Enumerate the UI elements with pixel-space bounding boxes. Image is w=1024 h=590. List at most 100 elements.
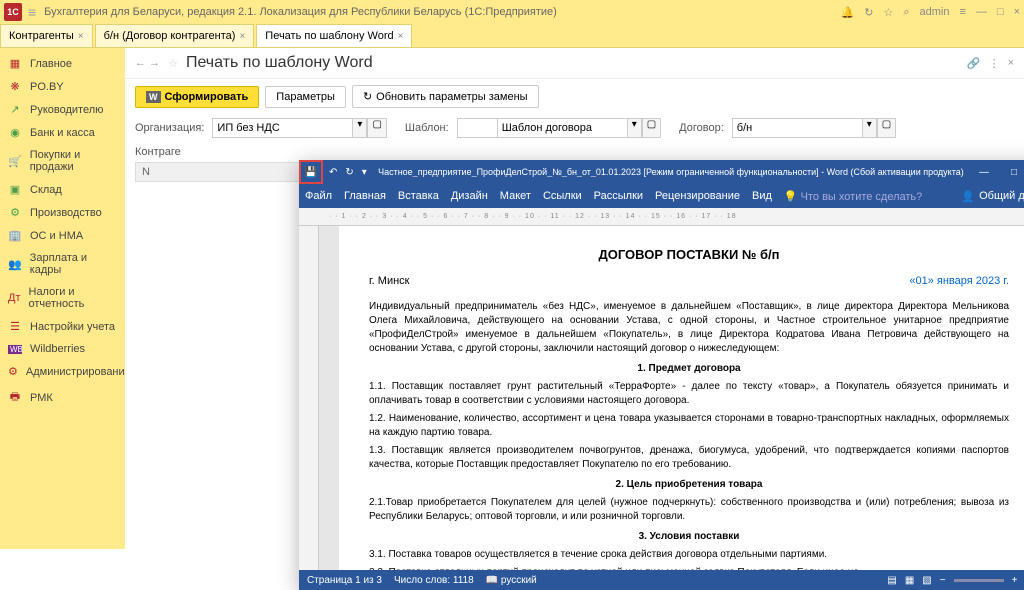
favorite-icon[interactable]: ☆: [168, 57, 178, 70]
tab-contract[interactable]: б/н (Договор контрагента)×: [95, 24, 255, 47]
open-icon[interactable]: ▢: [642, 118, 661, 138]
app-titlebar: 1C ≡ Бухгалтерия для Беларуси, редакция …: [0, 0, 1024, 24]
sidebar-item-warehouse[interactable]: ▣Склад: [0, 178, 125, 201]
chart-icon: ↗: [8, 103, 22, 116]
form-row-1: Организация: ▾ ▢ Шаблон: ▾ ▢ Договор: ▾ …: [125, 114, 1024, 142]
sidebar-item-poby[interactable]: ❋PO.BY: [0, 75, 125, 98]
minimize-icon[interactable]: —: [969, 167, 999, 178]
template-label: Шаблон:: [405, 122, 449, 134]
toolbar: WСформировать Параметры ↻Обновить параме…: [125, 79, 1024, 114]
refresh-button[interactable]: ↻Обновить параметры замены: [352, 85, 539, 108]
ribbon-references[interactable]: Ссылки: [543, 186, 582, 206]
refresh-icon: ↻: [363, 90, 372, 103]
ribbon-file[interactable]: Файл: [305, 186, 332, 206]
view-web-icon[interactable]: ▧: [922, 575, 931, 586]
sidebar-item-wildberries[interactable]: WBWildberries: [0, 338, 125, 360]
undo-icon[interactable]: ↶: [329, 167, 337, 178]
doc-s1-title: 1. Предмет договора: [369, 362, 1009, 376]
tell-me[interactable]: 💡 Что вы хотите сделать?: [784, 190, 922, 203]
search-icon[interactable]: ⌕: [903, 6, 909, 19]
settings-icon[interactable]: ≡: [959, 6, 965, 18]
tabs-bar: Контрагенты× б/н (Договор контрагента)× …: [0, 24, 1024, 48]
sidebar-item-assets[interactable]: 🏢ОС и НМА: [0, 224, 125, 247]
nav-back[interactable]: ← →: [135, 57, 160, 69]
view-print-icon[interactable]: ▦: [905, 575, 914, 586]
link-icon[interactable]: 🔗: [967, 57, 981, 70]
wb-icon: WB: [8, 345, 22, 354]
ribbon-mailings[interactable]: Рассылки: [594, 186, 643, 206]
sidebar-item-production[interactable]: ⚙Производство: [0, 201, 125, 224]
page-title: Печать по шаблону Word: [186, 54, 373, 72]
poby-icon: ❋: [8, 80, 22, 93]
qat-more-icon[interactable]: ▾: [362, 167, 367, 178]
sidebar-item-main[interactable]: ▦Главное: [0, 52, 125, 75]
ribbon-layout[interactable]: Макет: [500, 186, 531, 206]
people-icon: 👥: [8, 258, 22, 271]
org-input[interactable]: [212, 118, 352, 138]
close-icon[interactable]: ×: [1014, 6, 1020, 18]
close-icon[interactable]: ×: [398, 31, 404, 42]
sidebar-item-admin[interactable]: ⚙Администрирование: [0, 360, 125, 383]
app-logo: 1C: [4, 3, 22, 21]
maximize-icon[interactable]: □: [997, 6, 1004, 18]
dropdown-icon[interactable]: ▾: [862, 118, 877, 138]
star-icon[interactable]: ☆: [883, 6, 893, 19]
word-hruler: · · 1 · · 2 · · 3 · · 4 · · 5 · · 6 · · …: [299, 208, 1024, 226]
sidebar-item-bank[interactable]: ◉Банк и касса: [0, 121, 125, 144]
content-header: ← → ☆ Печать по шаблону Word 🔗 ⋮ ×: [125, 48, 1024, 79]
save-button[interactable]: 💾: [299, 160, 323, 184]
sidebar-item-manager[interactable]: ↗Руководителю: [0, 98, 125, 121]
close-page-icon[interactable]: ×: [1008, 57, 1014, 70]
zoom-in-icon[interactable]: +: [1012, 575, 1018, 586]
dropdown-icon[interactable]: ▾: [627, 118, 642, 138]
doc-s1-2: 1.2. Наименование, количество, ассортиме…: [369, 412, 1009, 440]
template-input[interactable]: [457, 118, 497, 138]
status-lang[interactable]: 📖 русский: [486, 575, 537, 586]
doc-heading: ДОГОВОР ПОСТАВКИ № б/п: [369, 246, 1009, 264]
cart-icon: 🛒: [8, 155, 22, 168]
minimize-icon[interactable]: —: [976, 6, 987, 18]
menu-icon[interactable]: ≡: [28, 4, 36, 20]
template-value-input[interactable]: [497, 118, 627, 138]
sidebar-item-hr[interactable]: 👥Зарплата и кадры: [0, 247, 125, 281]
sidebar-item-tax[interactable]: ДтНалоги и отчетность: [0, 281, 125, 315]
history-icon[interactable]: ↻: [864, 6, 873, 19]
status-words[interactable]: Число слов: 1118: [394, 575, 474, 586]
form-button[interactable]: WСформировать: [135, 86, 259, 108]
sidebar-item-rmk[interactable]: 🖶РМК: [0, 383, 125, 412]
contract-input[interactable]: [732, 118, 862, 138]
ribbon-insert[interactable]: Вставка: [398, 186, 439, 206]
doc-city: г. Минск: [369, 274, 409, 289]
share-button[interactable]: 👤 Общий доступ: [961, 190, 1024, 203]
rmk-icon: 🖶: [8, 388, 22, 407]
word-ribbon: Файл Главная Вставка Дизайн Макет Ссылки…: [299, 184, 1024, 208]
word-document-page[interactable]: ДОГОВОР ПОСТАВКИ № б/п г. Минск «01» янв…: [339, 226, 1024, 570]
zoom-out-icon[interactable]: −: [940, 575, 946, 586]
open-icon[interactable]: ▢: [877, 118, 896, 138]
content-area: ← → ☆ Печать по шаблону Word 🔗 ⋮ × WСфор…: [125, 48, 1024, 549]
doc-s2-title: 2. Цель приобретения товара: [369, 478, 1009, 492]
sidebar-item-sales[interactable]: 🛒Покупки и продажи: [0, 144, 125, 178]
close-icon[interactable]: ×: [239, 31, 245, 42]
redo-icon[interactable]: ↻: [345, 167, 353, 178]
help-icon[interactable]: ⋮: [989, 57, 1000, 70]
app-title: Бухгалтерия для Беларуси, редакция 2.1. …: [44, 6, 840, 18]
bell-icon[interactable]: 🔔: [841, 6, 855, 19]
close-icon[interactable]: ×: [78, 31, 84, 42]
maximize-icon[interactable]: □: [999, 167, 1024, 178]
ribbon-home[interactable]: Главная: [344, 186, 386, 206]
open-icon[interactable]: ▢: [367, 118, 386, 138]
doc-s3-title: 3. Условия поставки: [369, 530, 1009, 544]
view-read-icon[interactable]: ▤: [887, 575, 896, 586]
params-button[interactable]: Параметры: [265, 86, 346, 108]
zoom-slider[interactable]: [954, 579, 1004, 582]
ribbon-view[interactable]: Вид: [752, 186, 772, 206]
status-page[interactable]: Страница 1 из 3: [307, 575, 382, 586]
tab-print-template[interactable]: Печать по шаблону Word×: [256, 24, 412, 47]
ribbon-design[interactable]: Дизайн: [451, 186, 488, 206]
ribbon-review[interactable]: Рецензирование: [655, 186, 740, 206]
tab-counterparties[interactable]: Контрагенты×: [0, 24, 93, 47]
sidebar-item-settings[interactable]: ☰Настройки учета: [0, 315, 125, 338]
user-label[interactable]: admin: [920, 6, 950, 18]
dropdown-icon[interactable]: ▾: [352, 118, 367, 138]
